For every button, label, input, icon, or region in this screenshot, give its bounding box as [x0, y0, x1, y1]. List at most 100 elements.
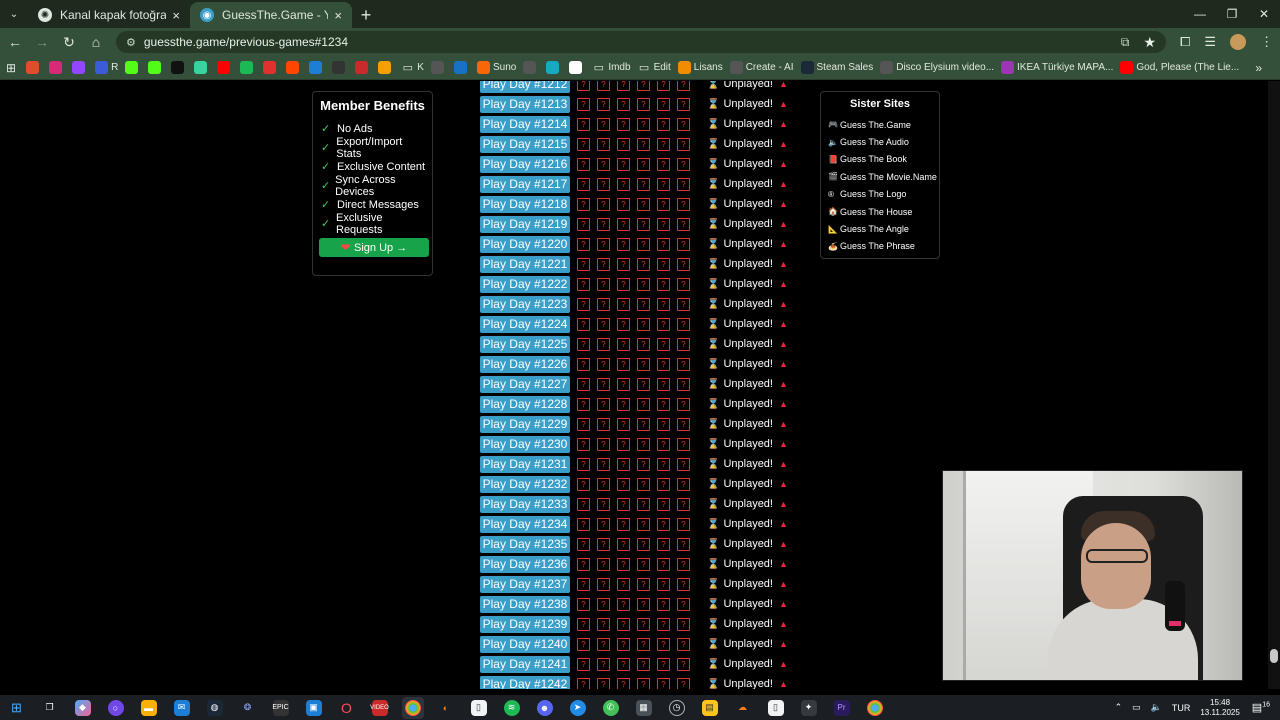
bookmark-item[interactable] [453, 61, 470, 74]
tab-guessthegame[interactable]: ◉ GuessThe.Game - Your daily vi × [190, 2, 352, 28]
play-day-button[interactable]: Play Day #1231 [480, 455, 570, 473]
restore-icon[interactable]: ❐ [1216, 0, 1248, 28]
premiere-icon[interactable]: Pr [831, 697, 853, 719]
bookmark-item[interactable]: Disco Elysium video... [880, 61, 994, 74]
play-day-button[interactable]: Play Day #1236 [480, 555, 570, 573]
cast-icon[interactable]: ⧉ [1121, 35, 1130, 50]
bookmark-item[interactable] [355, 61, 371, 74]
bookmark-item[interactable]: ▭ Imdb [592, 61, 631, 74]
app-circle-icon[interactable]: ○ [105, 697, 127, 719]
play-day-button[interactable]: Play Day #1237 [480, 575, 570, 593]
close-icon[interactable]: × [172, 8, 180, 23]
bookmark-item[interactable] [171, 61, 187, 74]
play-day-button[interactable]: Play Day #1234 [480, 515, 570, 533]
tab-kanal-kapak[interactable]: ✺ Kanal kapak fotoğrafı talebi × [28, 2, 190, 28]
play-day-button[interactable]: Play Day #1229 [480, 415, 570, 433]
bookmark-item[interactable] [263, 61, 279, 74]
bookmark-star-icon[interactable]: ★ [1143, 34, 1156, 51]
bookmark-item[interactable] [569, 61, 585, 74]
play-day-button[interactable]: Play Day #1227 [480, 375, 570, 393]
page-scrollbar[interactable] [1268, 81, 1280, 689]
home-button[interactable]: ⌂ [84, 30, 108, 54]
extensions-icon[interactable]: ⧠ [1180, 34, 1190, 50]
chrome-icon[interactable] [864, 697, 886, 719]
bookmark-item[interactable]: Create - AI [729, 61, 794, 74]
site-info-icon[interactable]: ⚙ [126, 36, 136, 49]
reload-button[interactable]: ↻ [57, 30, 81, 54]
bookmark-item[interactable]: ▭ K [401, 61, 424, 74]
tab-search-button[interactable]: ⌄ [0, 0, 28, 28]
sticky-notes-icon[interactable]: ▤ [699, 697, 721, 719]
davinci-icon[interactable]: ✦ [798, 697, 820, 719]
sister-site-link[interactable]: 🔈 Guess The Audio [828, 133, 932, 150]
apps-icon[interactable]: ⊞ [6, 61, 16, 75]
sister-site-link[interactable]: 🎮 Guess The.Game [828, 116, 932, 133]
sister-site-link[interactable]: 🎬 Guess The Movie.Name [828, 168, 937, 185]
tray-chevron-icon[interactable]: ⌃ [1115, 702, 1123, 713]
telegram-icon[interactable]: ➤ [567, 697, 589, 719]
address-bar[interactable]: ⚙ guessthe.game/previous-games#1234 ⧉ ★ [116, 31, 1166, 53]
play-day-button[interactable]: Play Day #1238 [480, 595, 570, 613]
forward-button[interactable]: → [30, 30, 54, 54]
bookmark-item[interactable]: R [95, 61, 118, 74]
play-day-button[interactable]: Play Day #1215 [480, 135, 570, 153]
bookmark-item[interactable]: Lisans [677, 61, 723, 74]
play-day-button[interactable]: Play Day #1217 [480, 175, 570, 193]
bookmark-item[interactable] [378, 61, 394, 74]
bookmark-item[interactable] [26, 61, 42, 74]
play-day-button[interactable]: Play Day #1232 [480, 475, 570, 493]
play-day-button[interactable]: Play Day #1241 [480, 655, 570, 673]
bookmark-item[interactable] [523, 61, 539, 74]
play-day-button[interactable]: Play Day #1225 [480, 335, 570, 353]
bookmark-item[interactable]: ▭ Edit [638, 61, 671, 74]
play-day-button[interactable]: Play Day #1233 [480, 495, 570, 513]
language-indicator[interactable]: TUR [1172, 703, 1191, 713]
play-day-button[interactable]: Play Day #1220 [480, 235, 570, 253]
bookmark-item[interactable]: Steam Sales [800, 61, 873, 74]
document-icon[interactable]: ▯ [468, 697, 490, 719]
whatsapp-icon[interactable]: ✆ [600, 697, 622, 719]
play-day-button[interactable]: Play Day #1240 [480, 635, 570, 653]
play-day-button[interactable]: Play Day #1228 [480, 395, 570, 413]
bookmark-item[interactable] [546, 61, 562, 74]
clock[interactable]: 15:48 13.11.2025 [1200, 698, 1239, 718]
chrome-icon[interactable] [401, 696, 424, 719]
task-view-icon[interactable]: ❐ [39, 697, 61, 719]
bookmark-item[interactable] [217, 61, 233, 74]
play-day-button[interactable]: Play Day #1218 [480, 195, 570, 213]
file-explorer-icon[interactable]: ▬ [138, 697, 160, 719]
menu-icon[interactable]: ⋮ [1260, 34, 1273, 50]
more-bookmarks-icon[interactable]: » [1255, 61, 1262, 75]
bookmark-item[interactable] [430, 61, 447, 74]
start-icon[interactable]: ⊞ [6, 697, 28, 719]
bookmark-item[interactable]: God, Please (The Lie... [1120, 61, 1239, 74]
outlook-icon[interactable]: ✉ [171, 697, 193, 719]
bookmark-item[interactable] [49, 61, 65, 74]
network-icon[interactable]: ▭ [1132, 702, 1141, 713]
close-window-icon[interactable]: ✕ [1248, 0, 1280, 28]
bookmark-item[interactable]: IKEA Türkiye MAPA... [1001, 61, 1113, 74]
minimize-icon[interactable]: — [1184, 0, 1216, 28]
close-icon[interactable]: × [334, 8, 342, 23]
bookmark-item[interactable] [72, 61, 88, 74]
sister-site-link[interactable]: 🍝 Guess The Phrase [828, 238, 932, 255]
bookmark-item[interactable]: Suno [476, 61, 516, 74]
new-tab-button[interactable]: + [352, 2, 380, 28]
play-day-button[interactable]: Play Day #1223 [480, 295, 570, 313]
cloud-app-icon[interactable]: ☁ [732, 697, 754, 719]
steam-icon[interactable]: ◍ [204, 697, 226, 719]
bookmark-item[interactable] [194, 61, 210, 74]
play-day-button[interactable]: Play Day #1239 [480, 615, 570, 633]
play-day-button[interactable]: Play Day #1219 [480, 215, 570, 233]
notification-icon[interactable]: ▤16 [1252, 701, 1270, 714]
copilot-icon[interactable]: ◆ [72, 697, 94, 719]
sister-site-link[interactable]: 📐 Guess The Angle [828, 220, 932, 237]
play-day-button[interactable]: Play Day #1212 [480, 81, 570, 93]
play-day-button[interactable]: Play Day #1224 [480, 315, 570, 333]
bookmark-item[interactable] [148, 61, 164, 74]
calculator-icon[interactable]: ▦ [633, 697, 655, 719]
profile-avatar[interactable] [1230, 34, 1247, 50]
reading-list-icon[interactable]: ☰ [1204, 34, 1216, 50]
play-day-button[interactable]: Play Day #1221 [480, 255, 570, 273]
play-day-button[interactable]: Play Day #1213 [480, 95, 570, 113]
